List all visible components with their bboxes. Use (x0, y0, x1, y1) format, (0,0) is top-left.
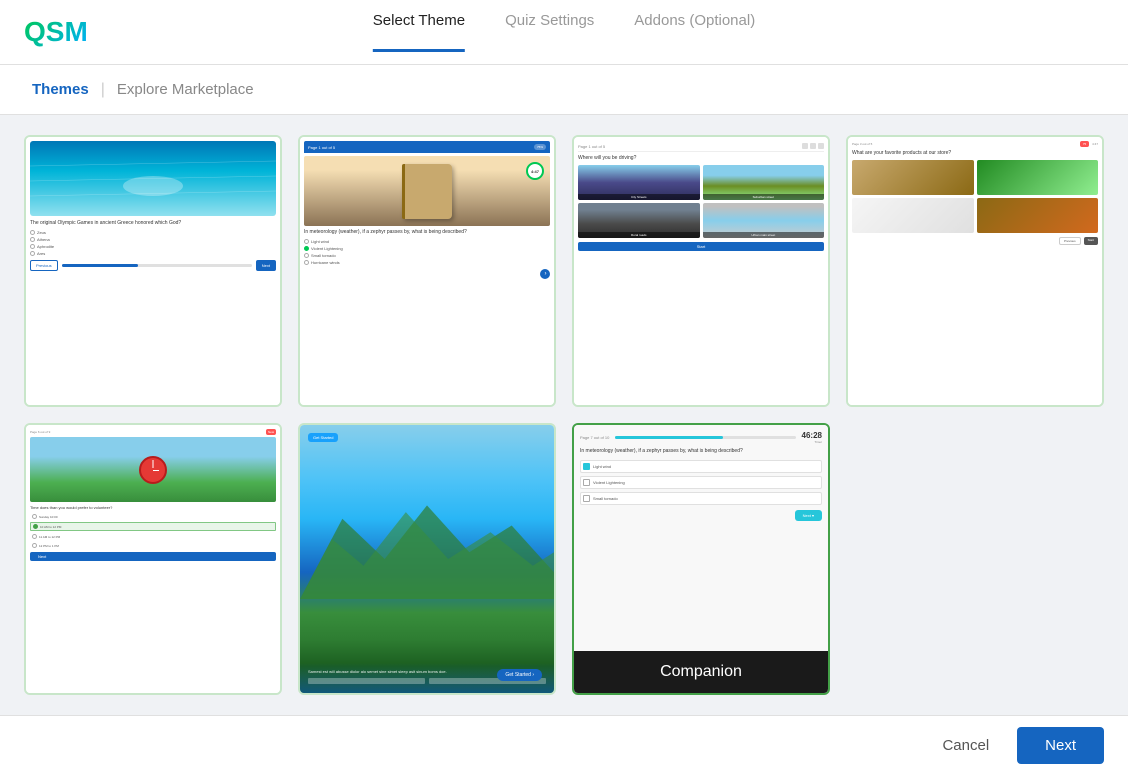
companion-label: Companion (574, 651, 828, 693)
tab-addons[interactable]: Addons (Optional) (634, 12, 755, 52)
theme-card-image-grid[interactable]: Page 1 out of 5 Where will you be drivin… (572, 135, 830, 407)
theme-card-companion[interactable]: Page 7 out of 10 46:28 Timer In meteorol… (572, 423, 830, 695)
header: QSM Select Theme Quiz Settings Addons (O… (0, 0, 1128, 65)
sub-nav-divider: | (101, 81, 105, 99)
theme-preview-clock: Page 6 out of 9 New Time does than you w… (26, 425, 280, 693)
themes-grid: The original Olympic Games in ancient Gr… (24, 135, 1104, 695)
main-content: The original Olympic Games in ancient Gr… (0, 115, 1128, 715)
logo-text: QSM (24, 16, 88, 48)
tab-quiz-settings[interactable]: Quiz Settings (505, 12, 594, 52)
theme-card-blue-book[interactable]: Page 1 out of 5 75% 4:47 In meteorology … (298, 135, 556, 407)
theme-card-food-grid[interactable]: Page 3 out of 5 75 4:47 What are your fa… (846, 135, 1104, 407)
next-button[interactable]: Next (1017, 727, 1104, 764)
cancel-button[interactable]: Cancel (926, 729, 1005, 762)
theme-preview-food-grid: Page 3 out of 5 75 4:47 What are your fa… (848, 137, 1102, 405)
logo: QSM (24, 16, 88, 48)
theme-card-clock[interactable]: Page 6 out of 9 New Time does than you w… (24, 423, 282, 695)
theme-card-mountain[interactable]: Get Started Samest est will abusse diolo… (298, 423, 556, 695)
tab-select-theme[interactable]: Select Theme (373, 12, 465, 52)
sub-nav-themes[interactable]: Themes (24, 77, 97, 102)
theme-preview-mountain: Get Started Samest est will abusse diolo… (300, 425, 554, 693)
theme-preview-classic: The original Olympic Games in ancient Gr… (26, 137, 280, 405)
sub-nav-marketplace[interactable]: Explore Marketplace (109, 77, 262, 102)
theme-card-classic[interactable]: The original Olympic Games in ancient Gr… (24, 135, 282, 407)
theme-preview-blue-book: Page 1 out of 5 75% 4:47 In meteorology … (300, 137, 554, 405)
sub-nav: Themes | Explore Marketplace (0, 65, 1128, 115)
theme-preview-image-grid: Page 1 out of 5 Where will you be drivin… (574, 137, 828, 405)
nav-tabs: Select Theme Quiz Settings Addons (Optio… (373, 12, 755, 52)
footer: Cancel Next (0, 715, 1128, 775)
